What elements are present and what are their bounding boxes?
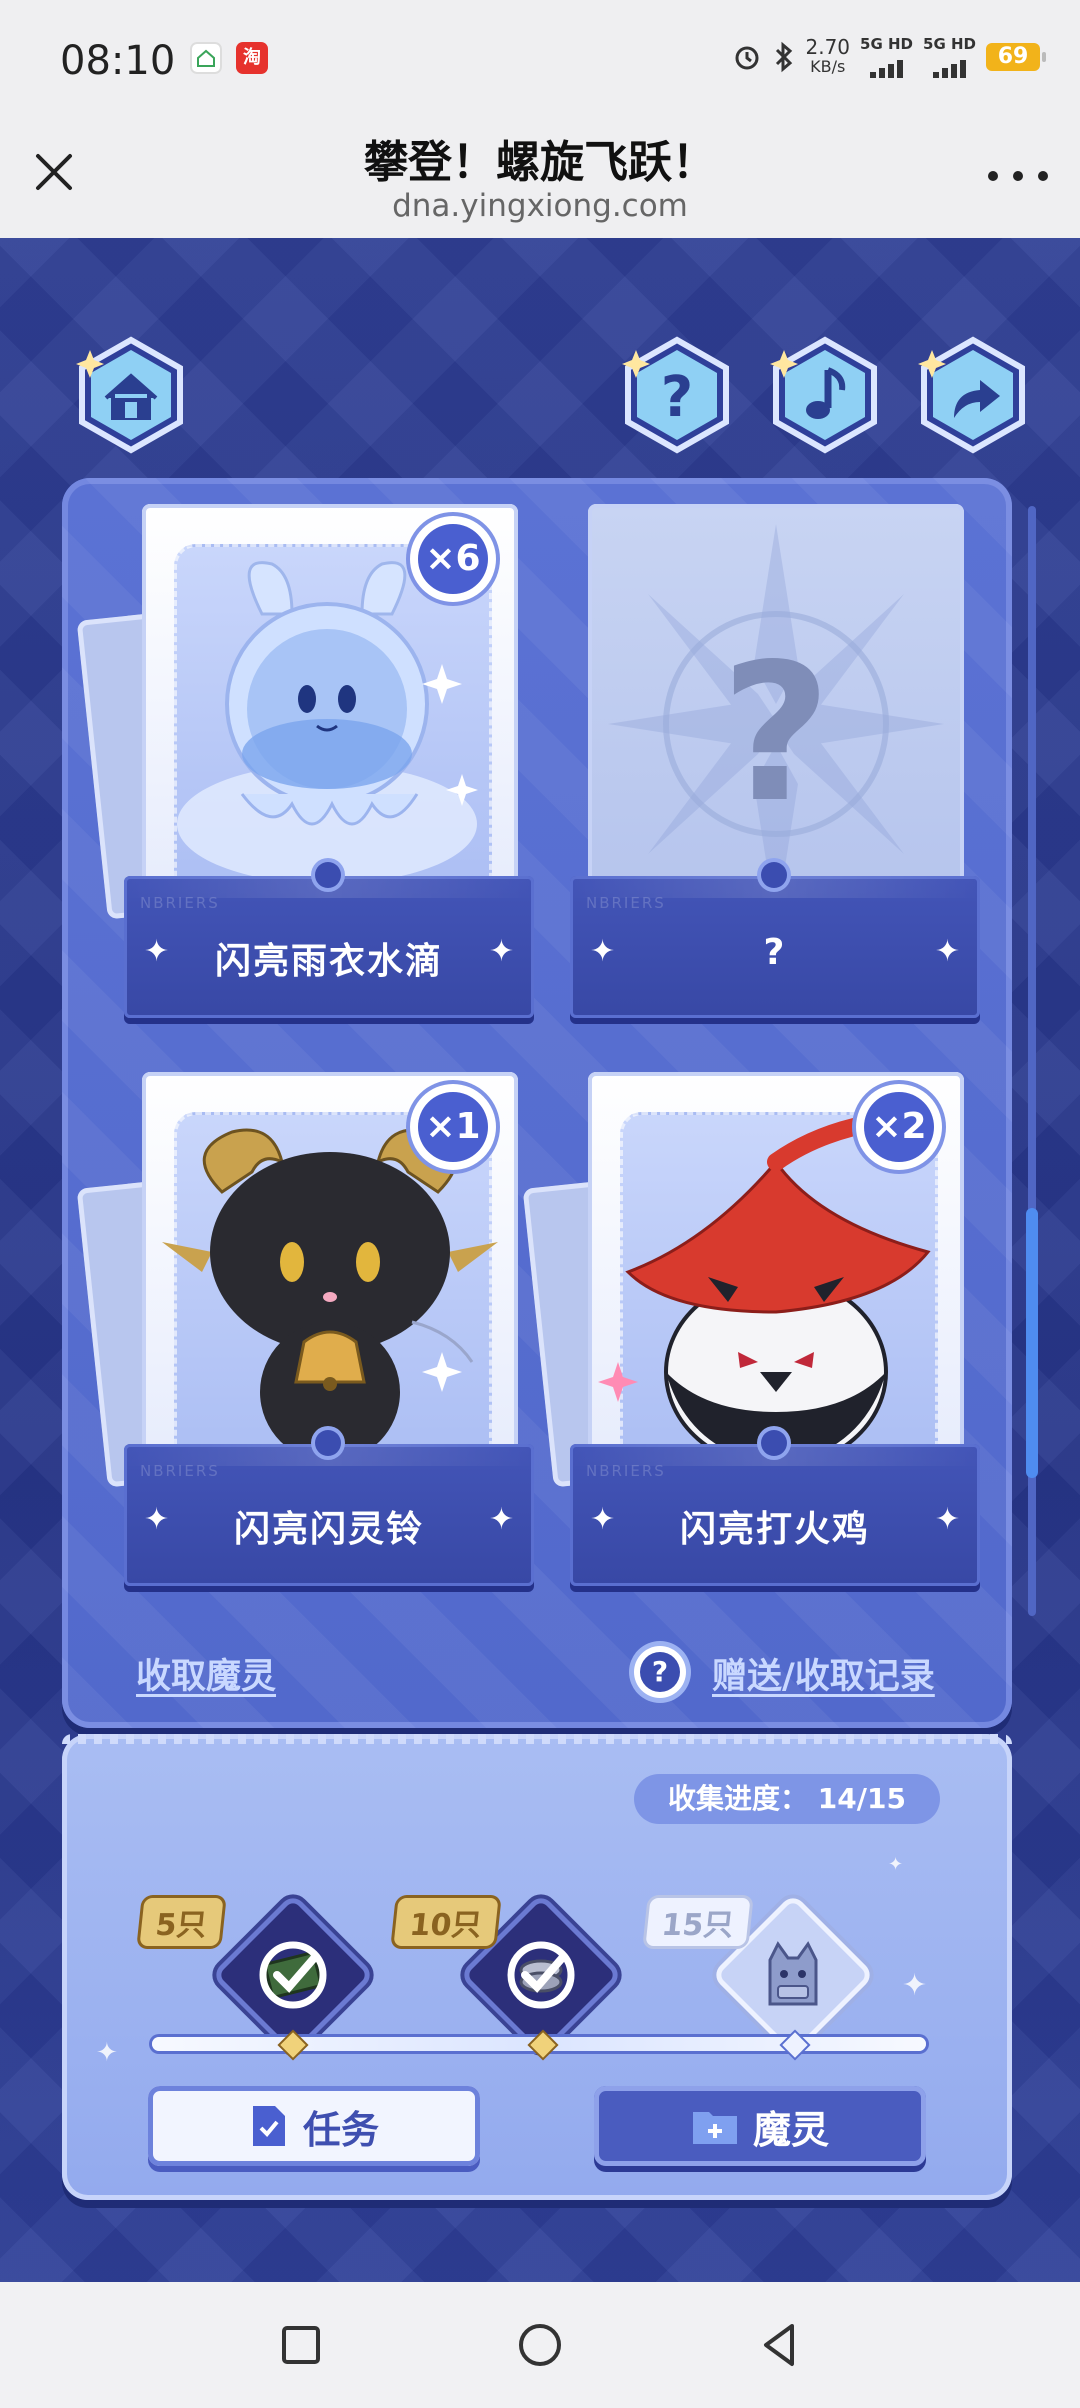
sparkle-decoration: ✦ xyxy=(96,2038,118,2068)
gift-record-link[interactable]: 赠送/收取记录 xyxy=(712,1648,935,1699)
card-name: 闪亮闪灵铃 xyxy=(233,1509,424,1550)
collection-progress: 收集进度： 14/15 xyxy=(634,1774,940,1824)
task-button[interactable]: 任务 xyxy=(148,2086,480,2166)
sparkle-decoration: ✦ xyxy=(888,1854,904,1875)
cat-backpack-reward-icon xyxy=(768,1941,818,2006)
spirit-button[interactable]: 魔灵 xyxy=(594,2086,926,2166)
status-time: 08:10 xyxy=(60,38,176,84)
page-title: 攀登！螺旋飞跃！ xyxy=(364,137,716,188)
reward-15-tag: 15只 xyxy=(645,1898,751,1946)
music-note-icon xyxy=(770,336,877,454)
alarm-icon xyxy=(735,46,758,70)
home-button[interactable] xyxy=(72,336,190,454)
card-fire-chicken[interactable]: ×2 NBRIERS ✦ 闪亮打火鸡 ✦ xyxy=(522,1072,980,1592)
record-help-icon[interactable]: ? xyxy=(634,1646,686,1698)
status-right-icons: 2.70 KB/s 5G HD 5G HD 69 xyxy=(732,35,1046,78)
card-count-badge: ×6 xyxy=(410,516,496,602)
more-menu-icon[interactable] xyxy=(988,166,1048,186)
card-unknown[interactable]: ? NBRIERS ✦ ? ✦ xyxy=(570,504,980,1024)
claimed-check-icon xyxy=(259,1941,327,2009)
signal-1: 5G HD xyxy=(860,36,913,78)
folder-add-icon xyxy=(692,2112,737,2144)
sparkle-decoration: ✦ xyxy=(902,1968,928,2003)
collect-spirit-link[interactable]: 收取魔灵 xyxy=(136,1648,276,1699)
taobao-app-icon: 淘 xyxy=(236,42,268,74)
card-count-badge: ×2 xyxy=(856,1084,942,1170)
card-label-pocket: NBRIERS ✦ 闪亮雨衣水滴 ✦ xyxy=(124,862,534,1018)
home-app-icon xyxy=(190,42,222,74)
task-button-label: 任务 xyxy=(302,2107,379,2152)
page-url: dna.yingxiong.com xyxy=(392,188,688,224)
card-name: 闪亮打火鸡 xyxy=(679,1509,870,1550)
notification-icons: 淘 xyxy=(190,42,268,74)
card-name: 闪亮雨衣水滴 xyxy=(214,941,443,982)
reward-5-tag: 5只 xyxy=(139,1898,224,1946)
spirit-button-label: 魔灵 xyxy=(752,2107,829,2152)
svg-text:?: ? xyxy=(661,365,693,430)
net-speed: 2.70 KB/s xyxy=(805,35,851,76)
card-bell-spirit[interactable]: ×1 NBRIERS ✦ 闪亮闪灵铃 ✦ xyxy=(76,1072,534,1592)
recents-square-icon[interactable] xyxy=(276,2320,326,2370)
claimed-check-icon xyxy=(507,1941,575,2009)
reward-10-tag: 10只 xyxy=(393,1898,499,1946)
help-button[interactable]: ? xyxy=(618,336,736,454)
svg-text:?: ? xyxy=(721,623,831,844)
card-count-badge: ×1 xyxy=(410,1084,496,1170)
card-label-pocket: NBRIERS ✦ ? ✦ xyxy=(570,862,980,1018)
question-icon: ? xyxy=(622,336,729,454)
signal-2: 5G HD xyxy=(923,36,976,78)
card-label-pocket: NBRIERS ✦ 闪亮打火鸡 ✦ xyxy=(570,1430,980,1586)
card-name: ? xyxy=(763,932,787,973)
back-triangle-icon[interactable] xyxy=(754,2320,804,2370)
share-icon xyxy=(918,336,1025,454)
music-button[interactable] xyxy=(766,336,884,454)
bluetooth-icon xyxy=(775,41,792,73)
card-raincoat-droplet[interactable]: ×6 NBRIERS ✦ 闪亮雨衣水滴 ✦ xyxy=(76,504,534,1024)
game-view: ? ×6 NBRIERS ✦ 闪亮雨衣水滴 ✦ ? NBRIERS ✦ ? ✦ … xyxy=(0,238,1080,2282)
battery-indicator: 69 xyxy=(986,43,1046,71)
system-nav-bar xyxy=(0,2282,1080,2408)
browser-title-bar: 攀登！螺旋飞跃！ dna.yingxiong.com xyxy=(0,118,1080,238)
home-icon xyxy=(76,336,183,454)
card-label-pocket: NBRIERS ✦ 闪亮闪灵铃 ✦ xyxy=(124,1430,534,1586)
task-document-icon xyxy=(252,2106,285,2146)
home-circle-icon[interactable] xyxy=(515,2320,565,2370)
reward-5[interactable] xyxy=(218,1900,368,2050)
status-bar: 08:10 淘 2.70 KB/s 5G HD 5G HD 69 xyxy=(0,0,1080,118)
scrollbar-thumb[interactable] xyxy=(1026,1208,1038,1478)
share-button[interactable] xyxy=(914,336,1032,454)
